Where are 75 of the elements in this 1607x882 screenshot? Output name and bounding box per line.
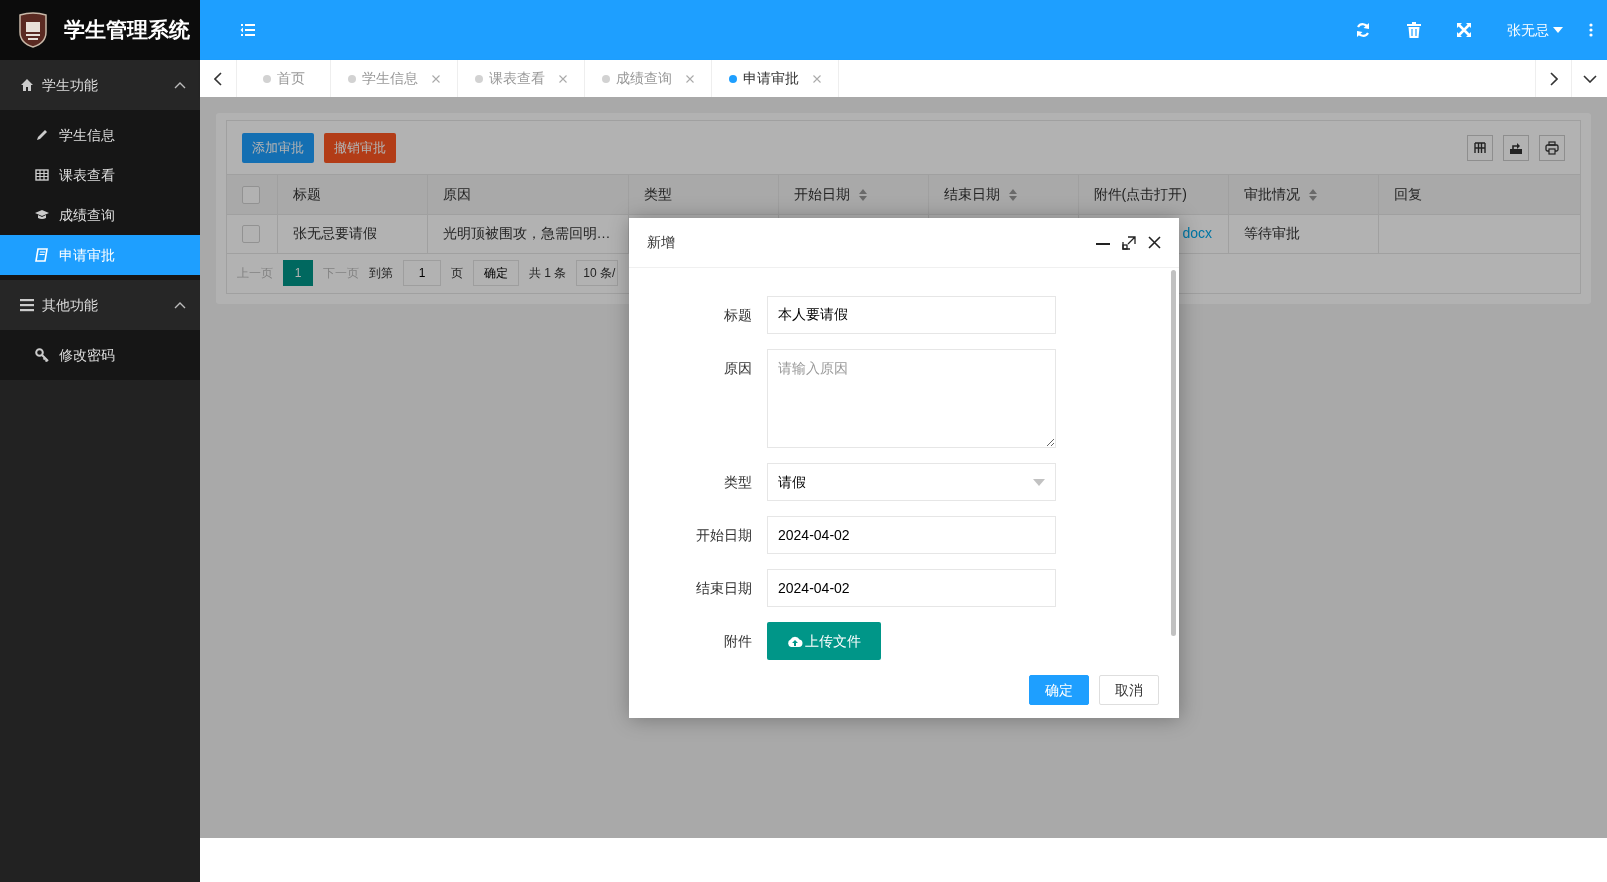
cloud-upload-icon (787, 635, 803, 647)
field-label: 标题 (723, 306, 753, 325)
field-label: 附件 (723, 632, 753, 651)
menu-item[interactable]: 成绩查询 (0, 195, 200, 235)
maximize-icon[interactable] (1122, 235, 1136, 250)
app-title: 学生管理系统 (64, 17, 190, 44)
menu-item[interactable]: 课表查看 (0, 155, 200, 195)
input-field[interactable]: 2024-04-02 (767, 569, 1056, 607)
select-all-checkbox[interactable] (242, 186, 260, 205)
field-label: 结束日期 (695, 579, 753, 598)
columns-button[interactable] (1467, 134, 1493, 161)
scrollbar[interactable] (1171, 270, 1176, 636)
menu-group[interactable]: 学生功能 (0, 60, 200, 110)
column-header: 回复 (1393, 185, 1422, 202)
trash-icon[interactable] (1407, 22, 1421, 38)
status-dot-icon (729, 74, 737, 83)
chevron-left-icon (214, 71, 222, 86)
textarea-field[interactable]: 请输入原因 (767, 349, 1056, 448)
column-header: 开始日期 (793, 185, 850, 202)
sort-icon[interactable] (1007, 188, 1018, 203)
shield-logo-icon (18, 12, 48, 48)
sort-icon[interactable] (1307, 188, 1318, 203)
close-icon[interactable] (1148, 236, 1161, 249)
go-button[interactable]: 确定 (473, 260, 519, 286)
column-header: 类型 (643, 185, 672, 202)
table-cell: 光明顶被围攻，急需回明… (442, 225, 611, 241)
column-header: 审批情况 (1243, 185, 1300, 202)
graduation-cap-icon (35, 208, 49, 222)
menu-toggle-icon[interactable] (240, 24, 256, 36)
table-icon (35, 168, 49, 182)
input-field[interactable]: 2024-04-02 (767, 516, 1056, 554)
column-header: 结束日期 (943, 185, 1000, 202)
columns-icon (1473, 140, 1487, 155)
cancel-button[interactable]: 取消 (1099, 675, 1159, 705)
status-dot-icon (475, 74, 483, 83)
row-checkbox[interactable] (242, 225, 260, 244)
total-count: 共 1 条 (529, 265, 567, 282)
status-dot-icon (348, 74, 356, 83)
sort-icon[interactable] (857, 188, 868, 203)
page-unit-label: 页 (451, 265, 463, 282)
menu-icon (20, 298, 34, 312)
print-button[interactable] (1539, 134, 1565, 161)
dropdown-caret-icon (1033, 478, 1045, 486)
page-size-select[interactable]: 10 条/ (576, 260, 619, 286)
export-icon (1509, 140, 1523, 155)
field-label: 开始日期 (695, 526, 753, 545)
table-cell: 等待审批 (1243, 225, 1300, 241)
chevron-down-icon (1582, 74, 1597, 83)
page-input[interactable]: 1 (403, 260, 441, 286)
input-field[interactable]: 本人要请假 (767, 296, 1056, 334)
status-dot-icon (602, 74, 610, 83)
pencil-icon (35, 128, 49, 142)
refresh-icon[interactable] (1355, 22, 1371, 38)
caret-icon (1553, 27, 1563, 33)
upload-button[interactable]: 上传文件 (767, 622, 881, 660)
column-header: 标题 (292, 185, 321, 202)
export-button[interactable] (1503, 134, 1529, 161)
table-cell: 张无忌要请假 (292, 225, 377, 241)
fullscreen-icon[interactable] (1457, 23, 1471, 37)
dialog-title: 新增 (647, 233, 676, 252)
more-icon[interactable] (1589, 23, 1593, 37)
field-label: 类型 (723, 473, 753, 492)
select-field[interactable]: 请假 (767, 463, 1056, 501)
column-header: 附件(点击打开) (1093, 185, 1187, 202)
menu-item[interactable]: 学生信息 (0, 115, 200, 155)
key-icon (35, 348, 49, 362)
goto-label: 到第 (369, 265, 393, 282)
book-icon (35, 248, 49, 262)
home-icon (20, 78, 34, 92)
field-label: 原因 (723, 359, 753, 378)
chevron-right-icon (1549, 71, 1558, 86)
printer-icon (1545, 140, 1559, 155)
menu-group[interactable]: 其他功能 (0, 280, 200, 330)
status-dot-icon (262, 74, 271, 83)
column-header: 原因 (442, 185, 471, 202)
